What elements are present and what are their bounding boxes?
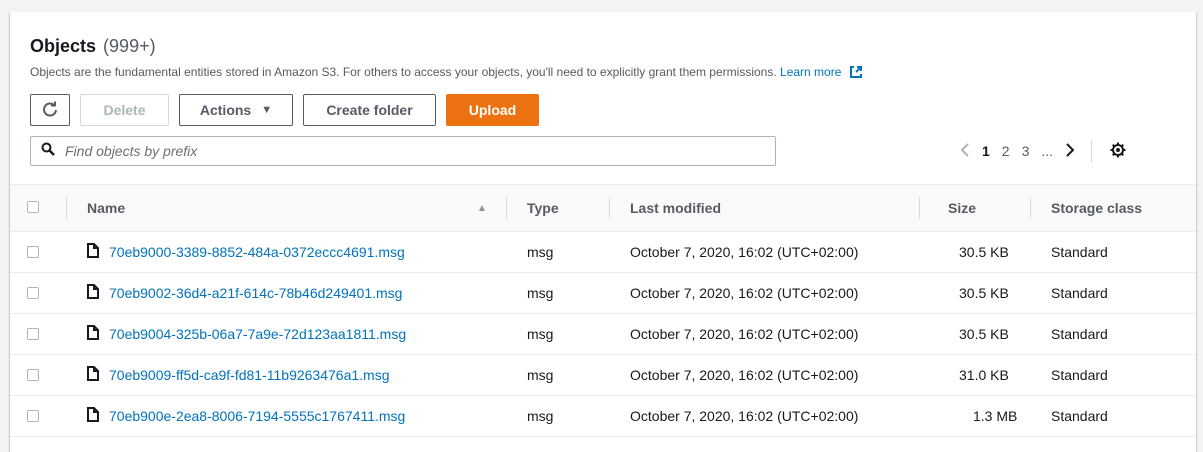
refresh-button[interactable]: [30, 94, 70, 126]
object-size: 31.0 KB: [959, 367, 1009, 383]
column-header-name[interactable]: Name: [87, 185, 125, 231]
search-box: [30, 136, 776, 166]
column-header-size[interactable]: Size: [948, 185, 976, 231]
file-icon: [87, 243, 99, 261]
object-last-modified: October 7, 2020, 16:02 (UTC+02:00): [630, 285, 859, 301]
page-title: Objects (999+): [30, 34, 1176, 58]
object-type: msg: [527, 408, 554, 424]
pagination-divider: [1091, 140, 1093, 162]
column-header-last-modified[interactable]: Last modified: [630, 185, 721, 231]
object-size: 30.5 KB: [959, 326, 1009, 342]
table-row[interactable]: 70eb9004-325b-06a7-7a9e-72d123aa1811.msg…: [10, 314, 1196, 355]
column-header-storage-class[interactable]: Storage class: [1051, 185, 1142, 231]
column-divider: [66, 197, 67, 219]
object-name-link[interactable]: 70eb9004-325b-06a7-7a9e-72d123aa1811.msg: [87, 314, 406, 354]
title-text: Objects: [30, 36, 97, 56]
actions-label: Actions: [199, 102, 252, 118]
objects-description: Objects are the fundamental entities sto…: [30, 64, 1176, 83]
column-divider: [609, 197, 610, 219]
object-last-modified: October 7, 2020, 16:02 (UTC+02:00): [630, 326, 859, 342]
object-storage-class: Standard: [1051, 244, 1108, 260]
page-1-button[interactable]: 1: [976, 143, 996, 159]
next-page-button[interactable]: [1059, 142, 1081, 161]
gear-icon: [1110, 142, 1126, 161]
object-size: 30.5 KB: [959, 285, 1009, 301]
column-divider: [919, 197, 920, 219]
caret-down-icon: ▼: [261, 104, 273, 116]
object-storage-class: Standard: [1051, 367, 1108, 383]
file-icon: [87, 407, 99, 425]
search-row: 1 2 3 ...: [30, 136, 1176, 166]
actions-button[interactable]: Actions ▼: [179, 94, 293, 126]
page-ellipsis: ...: [1041, 143, 1054, 159]
delete-button[interactable]: Delete: [80, 94, 169, 126]
prev-page-button[interactable]: [954, 142, 976, 161]
row-checkbox[interactable]: [27, 246, 39, 258]
column-divider: [506, 197, 507, 219]
learn-more-label: Learn more: [780, 65, 842, 79]
objects-toolbar: Delete Actions ▼ Create folder Upload: [30, 94, 549, 126]
page-2-button[interactable]: 2: [996, 143, 1016, 159]
table-header: Name ▲ Type Last modified Size Storage c…: [10, 184, 1196, 232]
file-icon: [87, 284, 99, 302]
refresh-icon: [42, 101, 58, 120]
sort-ascending-icon[interactable]: ▲: [477, 185, 487, 231]
object-type: msg: [527, 367, 554, 383]
column-header-type[interactable]: Type: [527, 185, 559, 231]
object-last-modified: October 7, 2020, 16:02 (UTC+02:00): [630, 367, 859, 383]
object-name-link[interactable]: 70eb900e-2ea8-8006-7194-5555c1767411.msg: [87, 396, 405, 436]
search-icon: [41, 142, 55, 161]
object-storage-class: Standard: [1051, 408, 1108, 424]
object-name-link[interactable]: 70eb9009-ff5d-ca9f-fd81-11b9263476a1.msg: [87, 355, 389, 395]
row-checkbox[interactable]: [27, 410, 39, 422]
row-checkbox[interactable]: [27, 328, 39, 340]
objects-header: Objects (999+) Objects are the fundament…: [30, 34, 1176, 83]
row-checkbox[interactable]: [27, 287, 39, 299]
pagination: 1 2 3 ...: [954, 136, 1132, 166]
file-icon: [87, 366, 99, 384]
object-count: (999+): [103, 36, 156, 56]
column-divider: [1030, 197, 1031, 219]
object-storage-class: Standard: [1051, 285, 1108, 301]
create-folder-button[interactable]: Create folder: [303, 94, 436, 126]
row-checkbox[interactable]: [27, 369, 39, 381]
object-name: 70eb9004-325b-06a7-7a9e-72d123aa1811.msg: [109, 326, 407, 342]
object-storage-class: Standard: [1051, 326, 1108, 342]
settings-button[interactable]: [1104, 142, 1132, 161]
objects-panel: Objects (999+) Objects are the fundament…: [10, 12, 1196, 452]
object-name: 70eb9000-3389-8852-484a-0372eccc4691.msg: [109, 244, 405, 260]
object-size: 1.3 MB: [973, 408, 1018, 424]
object-last-modified: October 7, 2020, 16:02 (UTC+02:00): [630, 244, 859, 260]
table-row[interactable]: 70eb9009-ff5d-ca9f-fd81-11b9263476a1.msg…: [10, 355, 1196, 396]
object-name: 70eb9002-36d4-a21f-614c-78b46d249401.msg: [109, 285, 403, 301]
learn-more-link[interactable]: Learn more: [780, 65, 863, 79]
object-type: msg: [527, 285, 554, 301]
select-all-checkbox[interactable]: [27, 201, 39, 213]
file-icon: [87, 325, 99, 343]
object-name-link[interactable]: 70eb9002-36d4-a21f-614c-78b46d249401.msg: [87, 273, 402, 313]
object-name: 70eb900e-2ea8-8006-7194-5555c1767411.msg: [109, 408, 406, 424]
table-row[interactable]: 70eb9002-36d4-a21f-614c-78b46d249401.msg…: [10, 273, 1196, 314]
table-row[interactable]: 70eb9000-3389-8852-484a-0372eccc4691.msg…: [10, 232, 1196, 273]
search-input[interactable]: [63, 142, 747, 160]
upload-button[interactable]: Upload: [446, 94, 539, 126]
chevron-left-icon: [960, 142, 970, 161]
external-link-icon: [849, 65, 863, 83]
object-type: msg: [527, 326, 554, 342]
object-name: 70eb9009-ff5d-ca9f-fd81-11b9263476a1.msg: [109, 367, 390, 383]
page-3-button[interactable]: 3: [1016, 143, 1036, 159]
chevron-right-icon: [1065, 142, 1075, 161]
object-size: 30.5 KB: [959, 244, 1009, 260]
description-text: Objects are the fundamental entities sto…: [30, 65, 777, 79]
object-type: msg: [527, 244, 554, 260]
object-last-modified: October 7, 2020, 16:02 (UTC+02:00): [630, 408, 859, 424]
object-name-link[interactable]: 70eb9000-3389-8852-484a-0372eccc4691.msg: [87, 232, 405, 272]
table-row[interactable]: 70eb900e-2ea8-8006-7194-5555c1767411.msg…: [10, 396, 1196, 437]
